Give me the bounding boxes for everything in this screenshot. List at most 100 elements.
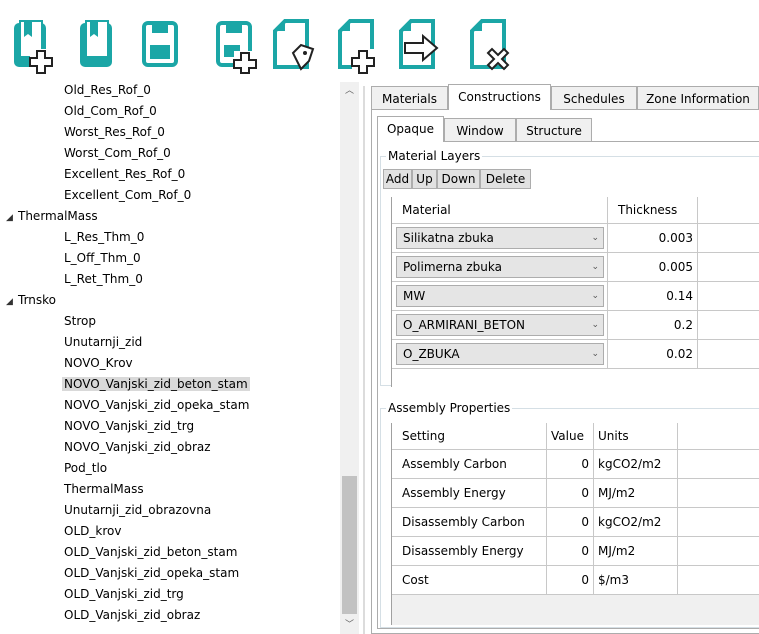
- new-document-button[interactable]: [336, 15, 378, 85]
- new-library-button[interactable]: [12, 15, 54, 85]
- tree-item[interactable]: ThermalMass: [64, 479, 144, 499]
- material-layers-grid[interactable]: Material Thickness Silikatna zbuka ⌄ 0.003 Po…: [391, 197, 759, 387]
- value-cell[interactable]: 0: [547, 450, 594, 479]
- units-cell: kgCO2/m2: [594, 508, 678, 537]
- tree-item[interactable]: OLD_Vanjski_zid_beton_stam: [64, 542, 237, 562]
- table-row[interactable]: Disassembly Energy 0 MJ/m2: [392, 537, 759, 566]
- value-cell[interactable]: 0: [547, 479, 594, 508]
- material-select[interactable]: Silikatna zbuka ⌄: [396, 227, 604, 249]
- tree-item[interactable]: L_Ret_Thm_0: [64, 269, 143, 289]
- chevron-down-icon[interactable]: ⌄: [591, 315, 599, 335]
- material-select[interactable]: Polimerna zbuka ⌄: [396, 256, 604, 278]
- tree-item[interactable]: NOVO_Vanjski_zid_beton_stam: [62, 374, 250, 394]
- material-select-value: O_ARMIRANI_BETON: [403, 318, 526, 332]
- value-cell[interactable]: 0: [547, 508, 594, 537]
- tree-group[interactable]: ◢ ThermalMass: [6, 206, 98, 226]
- material-select[interactable]: MW ⌄: [396, 285, 604, 307]
- filler-cell: [678, 479, 759, 508]
- tree-item[interactable]: Old_Res_Rof_0: [64, 82, 151, 100]
- scroll-up-icon[interactable]: ︿: [340, 84, 359, 98]
- tree-group[interactable]: ◢ Trnsko: [6, 290, 56, 310]
- tree-item[interactable]: OLD_krov: [64, 521, 121, 541]
- material-select[interactable]: O_ARMIRANI_BETON ⌄: [396, 314, 604, 336]
- table-row[interactable]: Disassembly Carbon 0 kgCO2/m2: [392, 508, 759, 537]
- assembly-properties-title: Assembly Properties: [386, 400, 513, 416]
- constructions-tab-body: Opaque Window Structure Material Layers Ad…: [371, 109, 759, 634]
- column-header-setting[interactable]: Setting: [392, 423, 547, 450]
- delete-document-button[interactable]: [468, 15, 510, 85]
- chevron-down-icon[interactable]: ⌄: [591, 257, 599, 277]
- value-cell[interactable]: 0: [547, 537, 594, 566]
- tree-item[interactable]: L_Res_Thm_0: [64, 227, 144, 247]
- material-select-value: MW: [403, 289, 426, 303]
- assembly-properties-grid[interactable]: Setting Value Units Assembly Carbon 0 kgCO2/m…: [391, 423, 759, 625]
- delete-layer-button[interactable]: Delete: [480, 169, 531, 189]
- material-select[interactable]: O_ZBUKA ⌄: [396, 343, 604, 365]
- thickness-cell[interactable]: 0.003: [608, 224, 698, 253]
- tree-item[interactable]: Excellent_Com_Rof_0: [64, 185, 191, 205]
- tree-item[interactable]: NOVO_Vanjski_zid_obraz: [64, 437, 211, 457]
- tree-item[interactable]: OLD_Vanjski_zid_trg: [64, 584, 184, 604]
- tree-scrollbar[interactable]: ︿ ﹀: [340, 82, 359, 634]
- tree-item[interactable]: Excellent_Res_Rof_0: [64, 164, 185, 184]
- tree-item[interactable]: OLD_Vanjski_zid_opeka_stam: [64, 563, 239, 583]
- tree-item[interactable]: Unutarnji_zid_obrazovna: [64, 500, 211, 520]
- tab-materials[interactable]: Materials: [371, 86, 448, 110]
- expand-arrow-icon[interactable]: ◢: [6, 208, 18, 228]
- tree-item[interactable]: NOVO_Vanjski_zid_opeka_stam: [64, 395, 249, 415]
- tab-window[interactable]: Window: [444, 118, 516, 142]
- down-layer-button[interactable]: Down: [437, 169, 480, 189]
- export-document-button[interactable]: [397, 15, 439, 85]
- table-row[interactable]: Assembly Energy 0 MJ/m2: [392, 479, 759, 508]
- tab-opaque[interactable]: Opaque: [377, 116, 444, 142]
- table-row[interactable]: Silikatna zbuka ⌄ 0.003: [392, 224, 759, 253]
- tree-item-label: OLD_Vanjski_zid_beton_stam: [64, 545, 238, 559]
- panel-splitter[interactable]: [363, 86, 365, 634]
- tree-item[interactable]: Worst_Res_Rof_0: [64, 122, 165, 142]
- save-as-button[interactable]: [214, 15, 257, 85]
- tab-schedules[interactable]: Schedules: [551, 86, 637, 110]
- table-row[interactable]: Cost 0 $/m3: [392, 566, 759, 595]
- column-header-value[interactable]: Value: [547, 423, 594, 450]
- chevron-down-icon[interactable]: ⌄: [591, 286, 599, 306]
- column-header-units[interactable]: Units: [594, 423, 678, 450]
- table-row[interactable]: MW ⌄ 0.14: [392, 282, 759, 311]
- column-header-material[interactable]: Material: [392, 197, 608, 224]
- tree-item[interactable]: NOVO_Krov: [64, 353, 133, 373]
- tree-item[interactable]: OLD_Vanjski_zid_obraz: [64, 605, 200, 625]
- table-row[interactable]: O_ZBUKA ⌄ 0.02: [392, 340, 759, 369]
- open-library-button[interactable]: [78, 15, 120, 85]
- scroll-thumb[interactable]: [342, 476, 357, 614]
- tree-item[interactable]: L_Off_Thm_0: [64, 248, 141, 268]
- thickness-cell[interactable]: 0.2: [608, 311, 698, 340]
- thickness-cell[interactable]: 0.14: [608, 282, 698, 311]
- tab-structure[interactable]: Structure: [516, 118, 592, 142]
- table-row[interactable]: Assembly Carbon 0 kgCO2/m2: [392, 450, 759, 479]
- tree-item[interactable]: Pod_tlo: [64, 458, 107, 478]
- tree-item[interactable]: Old_Com_Rof_0: [64, 101, 157, 121]
- add-layer-button[interactable]: Add: [383, 169, 412, 189]
- table-row[interactable]: O_ARMIRANI_BETON ⌄ 0.2: [392, 311, 759, 340]
- value-cell[interactable]: 0: [547, 566, 594, 595]
- tree-item[interactable]: NOVO_Vanjski_zid_trg: [64, 416, 194, 436]
- save-button[interactable]: [140, 15, 182, 85]
- chevron-down-icon[interactable]: ⌄: [591, 228, 599, 248]
- tree-item[interactable]: Strop: [64, 311, 96, 331]
- chevron-down-icon[interactable]: ⌄: [591, 344, 599, 364]
- thickness-cell[interactable]: 0.02: [608, 340, 698, 369]
- filler-cell: [678, 537, 759, 566]
- tree-item[interactable]: Worst_Com_Rof_0: [64, 143, 171, 163]
- tree-item[interactable]: Unutarnji_zid: [64, 332, 142, 352]
- tab-constructions[interactable]: Constructions: [448, 84, 551, 110]
- thickness-cell[interactable]: 0.005: [608, 253, 698, 282]
- construction-tree[interactable]: Old_Res_Rof_0 Old_Com_Rof_0 Worst_Res_Rof_…: [0, 82, 340, 634]
- tag-document-button[interactable]: [271, 15, 315, 85]
- filler-cell: [678, 450, 759, 479]
- up-layer-button[interactable]: Up: [412, 169, 437, 189]
- expand-arrow-icon[interactable]: ◢: [6, 292, 18, 312]
- table-row[interactable]: Polimerna zbuka ⌄ 0.005: [392, 253, 759, 282]
- tree-item-label: Trnsko: [18, 293, 57, 307]
- column-header-thickness[interactable]: Thickness: [608, 197, 698, 224]
- scroll-down-icon[interactable]: ﹀: [340, 618, 359, 632]
- tab-zone-information[interactable]: Zone Information: [637, 86, 759, 110]
